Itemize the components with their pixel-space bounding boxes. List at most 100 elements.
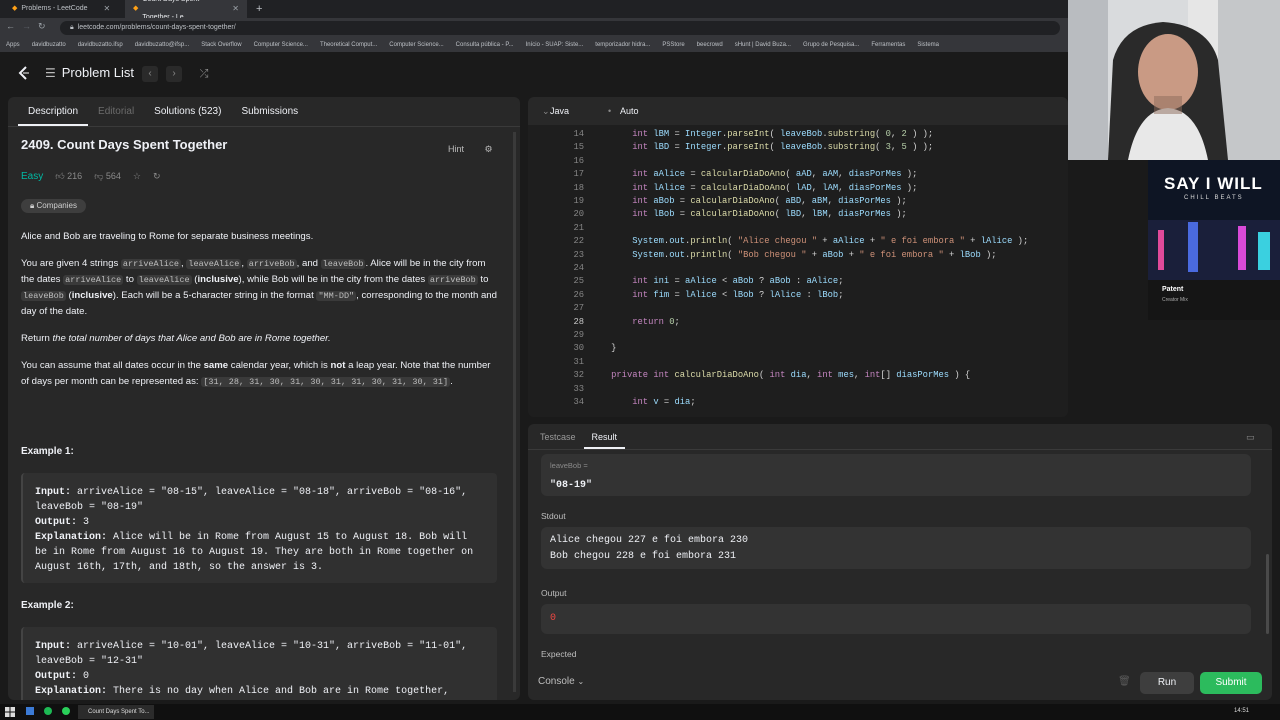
code-line[interactable]: int ini = aAlice < aBob ? aBob : aAlice; bbox=[590, 276, 843, 286]
example-1-box: Input: arriveAlice = "08-15", leaveAlice… bbox=[21, 473, 497, 583]
scrollbar[interactable] bbox=[1266, 554, 1269, 634]
bookmark-item[interactable]: Stack Overflow bbox=[201, 38, 241, 52]
code-line[interactable]: System.out.println( "Alice chegou " + aA… bbox=[590, 236, 1028, 246]
code-line[interactable]: private int calcularDiaDoAno( int dia, i… bbox=[590, 370, 970, 380]
taskbar-chrome-window[interactable]: Count Days Spent To... bbox=[78, 705, 154, 719]
prev-problem-button[interactable]: ‹ bbox=[142, 66, 158, 82]
companies-tag[interactable]: 🔒︎ Companies bbox=[21, 199, 86, 213]
code-line[interactable]: return 0; bbox=[590, 317, 680, 327]
tab-description[interactable]: Description bbox=[18, 97, 89, 126]
text: Return bbox=[21, 333, 53, 344]
line-number: 31 bbox=[573, 356, 584, 367]
scrollbar[interactable] bbox=[513, 132, 516, 692]
code-editor: ⌄ Java • Auto 14 int lBM = Integer.parse… bbox=[528, 97, 1068, 417]
line-number: 33 bbox=[573, 383, 584, 394]
inline-code: arriveBob bbox=[246, 259, 297, 269]
close-icon[interactable]: ✕ bbox=[232, 0, 239, 18]
settings-icon[interactable]: ⚙ bbox=[485, 144, 493, 154]
bookmark-item[interactable]: davidbuzatto@ifsp... bbox=[135, 38, 189, 52]
leetcode-logo-icon[interactable] bbox=[16, 65, 32, 81]
bookmark-item[interactable]: Theoretical Comput... bbox=[320, 38, 377, 52]
bookmark-item[interactable]: Computer Science... bbox=[389, 38, 443, 52]
next-problem-button[interactable]: › bbox=[166, 66, 182, 82]
file-explorer-icon[interactable] bbox=[26, 707, 34, 715]
forward-icon[interactable]: → bbox=[22, 21, 31, 31]
line-number: 28 bbox=[573, 316, 584, 327]
run-button[interactable]: Run bbox=[1140, 672, 1194, 694]
tab-solutions[interactable]: Solutions (523) bbox=[144, 97, 231, 126]
code-line[interactable]: int v = dia; bbox=[590, 397, 695, 407]
code-line[interactable]: } bbox=[590, 343, 616, 353]
windows-start-icon[interactable] bbox=[5, 707, 15, 717]
language-select[interactable]: Java bbox=[550, 106, 569, 116]
bookmark-item[interactable]: Sistema bbox=[917, 38, 939, 52]
leetcode-favicon-icon: ◆ bbox=[12, 5, 18, 12]
likes-count: 216 bbox=[67, 171, 83, 181]
spotify-icon[interactable] bbox=[44, 707, 52, 715]
auto-mode[interactable]: Auto bbox=[620, 106, 639, 116]
star-icon[interactable]: ☆ bbox=[133, 171, 141, 182]
trash-icon[interactable]: 🗑︎ bbox=[1118, 676, 1131, 687]
like-button[interactable]: 👍︎ 216 bbox=[55, 171, 82, 182]
example-output: 3 bbox=[77, 517, 90, 528]
url-field[interactable]: 🔒︎ leetcode.com/problems/count-days-spent… bbox=[60, 21, 1060, 35]
code-line[interactable]: System.out.println( "Bob chegou " + aBob… bbox=[590, 250, 996, 260]
bookmark-item[interactable]: Grupo de Pesquisa... bbox=[803, 38, 859, 52]
text: to bbox=[477, 274, 489, 285]
music-mix: Creator Mix bbox=[1162, 297, 1188, 303]
bookmark-item[interactable]: Ferramentas bbox=[871, 38, 905, 52]
stdout-line: Bob chegou 228 e foi embora 231 bbox=[550, 551, 737, 562]
line-number: 32 bbox=[573, 370, 584, 381]
share-icon[interactable]: ↻ bbox=[153, 171, 161, 182]
code-line[interactable]: int lBD = Integer.parseInt( leaveBob.sub… bbox=[590, 142, 933, 152]
code-line[interactable]: int lBM = Integer.parseInt( leaveBob.sub… bbox=[590, 129, 933, 139]
browser-tab-count-days[interactable]: ◆ Count Days Spent Together - Le ✕ bbox=[125, 0, 247, 21]
tab-editorial[interactable]: Editorial bbox=[88, 97, 144, 126]
line-number: 20 bbox=[573, 209, 584, 220]
leavebob-label: leaveBob = bbox=[550, 461, 588, 470]
whatsapp-icon[interactable] bbox=[62, 707, 70, 715]
code-line[interactable]: int lAlice = calcularDiaDoAno( lAD, lAM,… bbox=[590, 183, 917, 193]
bookmark-item[interactable]: beecrowd bbox=[697, 38, 723, 52]
console-label: Console bbox=[538, 676, 575, 687]
bookmark-item[interactable]: davidbuzatto.ifsp bbox=[78, 38, 123, 52]
description-paragraph-4: You can assume that all dates occur in t… bbox=[21, 358, 501, 390]
line-number: 26 bbox=[573, 289, 584, 300]
line-number: 24 bbox=[573, 263, 584, 273]
tab-testcase[interactable]: Testcase bbox=[532, 424, 584, 449]
code-line[interactable]: int aBob = calcularDiaDoAno( aBD, aBM, d… bbox=[590, 196, 907, 206]
bookmark-item[interactable]: davidbuzatto bbox=[32, 38, 66, 52]
submit-button[interactable]: Submit bbox=[1200, 672, 1262, 694]
dislikes-count: 564 bbox=[105, 171, 121, 181]
shuffle-icon[interactable]: ⤮ bbox=[196, 66, 212, 82]
problem-list-button[interactable]: ☰ Problem List bbox=[45, 65, 134, 80]
code-line[interactable]: int fim = lAlice < lBob ? lAlice : lBob; bbox=[590, 290, 843, 300]
code-lines[interactable]: 14 int lBM = Integer.parseInt( leaveBob.… bbox=[528, 125, 1068, 417]
browser-tab-problems[interactable]: ◆ Problems - LeetCode ✕ bbox=[4, 0, 122, 18]
reload-icon[interactable]: ↻ bbox=[38, 21, 46, 32]
line-number: 21 bbox=[573, 222, 584, 233]
line-number: 34 bbox=[573, 397, 584, 407]
tab-result[interactable]: Result bbox=[583, 424, 626, 449]
example-output: 0 bbox=[77, 671, 90, 682]
dislike-button[interactable]: 👎︎ 564 bbox=[94, 171, 121, 182]
close-icon[interactable]: ✕ bbox=[104, 0, 111, 18]
bookmark-item[interactable]: Computer Science... bbox=[254, 38, 308, 52]
expand-icon[interactable]: ▭ bbox=[1246, 432, 1255, 443]
inline-code: arriveAlice bbox=[120, 259, 182, 269]
bookmark-item[interactable]: Apps bbox=[6, 38, 20, 52]
text: to bbox=[123, 274, 137, 285]
bookmark-item[interactable]: sHunt | David Buza... bbox=[735, 38, 791, 52]
code-line[interactable]: int aAlice = calcularDiaDoAno( aAD, aAM,… bbox=[590, 169, 917, 179]
tab-submissions[interactable]: Submissions bbox=[231, 97, 308, 126]
console-button[interactable]: Console ⌄ bbox=[538, 676, 584, 687]
bookmark-item[interactable]: Consulta pública - P... bbox=[456, 38, 514, 52]
dot-icon: • bbox=[608, 106, 612, 116]
bookmark-item[interactable]: Início - SUAP: Siste... bbox=[526, 38, 584, 52]
hint-button[interactable]: Hint ⚙ bbox=[448, 144, 493, 155]
new-tab-button[interactable]: + bbox=[248, 0, 270, 18]
code-line[interactable]: int lBob = calcularDiaDoAno( lBD, lBM, d… bbox=[590, 209, 907, 219]
bookmark-item[interactable]: PSStore bbox=[662, 38, 684, 52]
bookmark-item[interactable]: temporizador hidra... bbox=[595, 38, 650, 52]
back-icon[interactable]: ← bbox=[6, 21, 15, 31]
